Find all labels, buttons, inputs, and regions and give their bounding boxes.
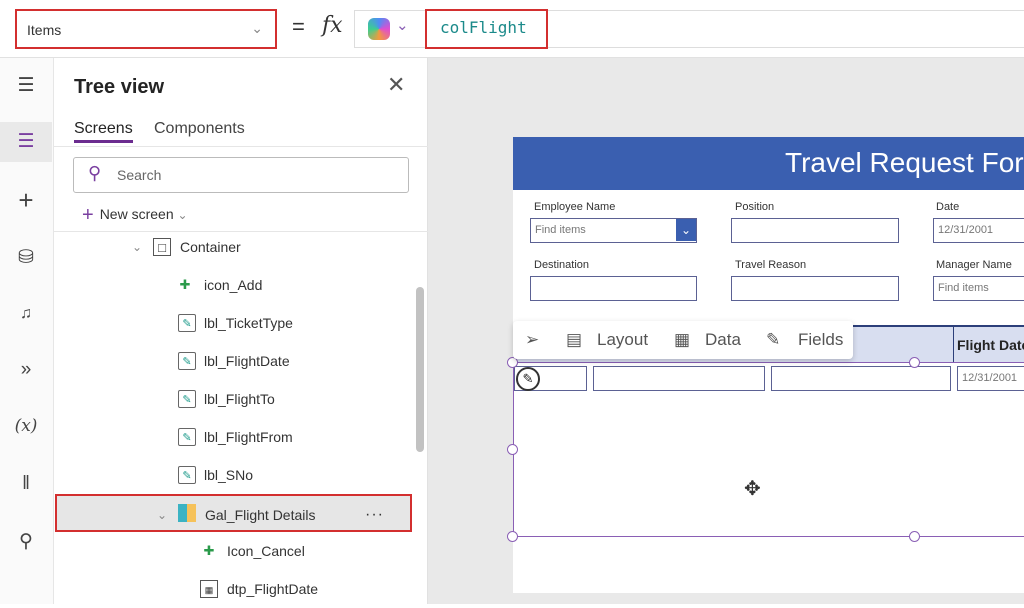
- icon-control-icon: ✚: [203, 543, 215, 558]
- date-label: Date: [936, 201, 960, 213]
- node-label: lbl_FlightFrom: [204, 429, 293, 445]
- media-icon[interactable]: ♫: [0, 294, 52, 334]
- resize-handle[interactable]: [507, 531, 518, 542]
- travel-reason-input[interactable]: [731, 276, 899, 301]
- resize-handle[interactable]: [909, 531, 920, 542]
- tree-node-icon-add[interactable]: ✚ icon_Add: [54, 266, 428, 304]
- node-label: Container: [180, 239, 241, 255]
- scrollbar[interactable]: [416, 287, 424, 452]
- destination-input[interactable]: [530, 276, 697, 301]
- search-placeholder: Search: [117, 167, 162, 183]
- chevron-down-icon: ⌄: [157, 508, 168, 522]
- position-input[interactable]: [731, 218, 899, 243]
- flight-date-picker[interactable]: 12/31/2001: [957, 366, 1024, 391]
- tab-components[interactable]: Components: [154, 120, 245, 138]
- layout-icon: ▤: [566, 330, 583, 349]
- fx-icon: fx: [322, 13, 343, 38]
- tree-node-lbl-flightfrom[interactable]: ✎ lbl_FlightFrom: [54, 418, 428, 456]
- tree-node-lbl-tickettype[interactable]: ✎ lbl_TicketType: [54, 304, 428, 342]
- resize-handle[interactable]: [909, 357, 920, 368]
- flight-from-input[interactable]: [593, 366, 765, 391]
- icon-control-icon: ✚: [179, 277, 191, 292]
- divider: [54, 146, 428, 147]
- search-icon: ⚲: [88, 163, 102, 183]
- date-picker[interactable]: 12/31/2001: [933, 218, 1024, 243]
- label-edit-icon: ✎: [178, 428, 196, 446]
- left-rail: ☰ ☰ + ⛁ ♫ » (x) ‖ ⚲: [0, 58, 54, 604]
- node-label: Icon_Cancel: [227, 543, 305, 559]
- edit-icon[interactable]: ✎: [516, 367, 540, 391]
- new-screen-button[interactable]: + New screen ⌄: [82, 204, 188, 227]
- data-table-icon: ▦: [674, 330, 691, 349]
- manager-name-combobox[interactable]: Find items: [933, 276, 1024, 301]
- layout-button[interactable]: Layout: [597, 330, 648, 350]
- pin-icon[interactable]: ➢: [525, 330, 539, 350]
- hamburger-icon[interactable]: ☰: [0, 66, 52, 106]
- node-label: dtp_FlightDate: [227, 581, 319, 597]
- flight-to-input[interactable]: [771, 366, 951, 391]
- employee-name-combobox[interactable]: Find items ⌄: [530, 218, 697, 243]
- label-edit-icon: ✎: [178, 390, 196, 408]
- new-screen-label: New screen: [99, 206, 174, 222]
- node-label: lbl_FlightDate: [204, 353, 290, 369]
- placeholder: Find items: [535, 224, 586, 236]
- tree-node-icon-cancel[interactable]: ✚ Icon_Cancel: [54, 532, 428, 570]
- panel-title: Tree view: [74, 76, 165, 98]
- chevron-down-icon: ⌄: [177, 208, 188, 222]
- form-title: Travel Request For: [513, 137, 1024, 190]
- variables-icon[interactable]: (x): [0, 406, 52, 446]
- tab-screens[interactable]: Screens: [74, 120, 133, 143]
- container-icon: □: [153, 238, 171, 256]
- label-edit-icon: ✎: [178, 314, 196, 332]
- plus-icon: +: [82, 204, 94, 226]
- database-icon[interactable]: ⛁: [0, 238, 52, 278]
- travel-reason-label: Travel Reason: [735, 259, 807, 271]
- tree-node-gal-flight-details[interactable]: ⌄ Gal_Flight Details ···: [55, 494, 412, 532]
- node-label: lbl_FlightTo: [204, 391, 275, 407]
- data-button[interactable]: Data: [705, 330, 741, 350]
- chevron-down-icon: ⌄: [132, 240, 143, 254]
- search-icon[interactable]: ⚲: [0, 522, 52, 562]
- property-dropdown[interactable]: Items ⌄: [15, 9, 277, 49]
- manager-name-label: Manager Name: [936, 259, 1012, 271]
- node-label: lbl_SNo: [204, 467, 254, 483]
- node-label: lbl_TicketType: [204, 315, 293, 331]
- power-automate-icon[interactable]: »: [0, 350, 52, 390]
- layers-icon[interactable]: ☰: [0, 122, 52, 162]
- tree-node-lbl-sno[interactable]: ✎ lbl_SNo: [54, 456, 428, 494]
- resize-handle[interactable]: [507, 444, 518, 455]
- label-edit-icon: ✎: [178, 466, 196, 484]
- position-label: Position: [735, 201, 775, 213]
- fields-button[interactable]: Fields: [798, 330, 843, 350]
- move-icon[interactable]: ✥: [744, 476, 761, 501]
- tree-node-container[interactable]: ⌄ □ Container: [54, 228, 428, 266]
- chevron-down-icon: ⌄: [251, 20, 263, 36]
- tree-node-lbl-flightto[interactable]: ✎ lbl_FlightTo: [54, 380, 428, 418]
- header-flight-date: Flight Date: [953, 325, 1024, 363]
- tree-node-lbl-flightdate[interactable]: ✎ lbl_FlightDate: [54, 342, 428, 380]
- context-toolbar: ➢ ▤ Layout ▦ Data ✎ Fields: [513, 321, 853, 359]
- tools-icon[interactable]: ‖: [0, 464, 52, 504]
- property-value: Items: [27, 22, 62, 38]
- fields-icon: ✎: [766, 330, 781, 349]
- employee-name-label: Employee Name: [534, 201, 616, 213]
- node-label: Gal_Flight Details: [205, 507, 316, 523]
- destination-label: Destination: [534, 259, 590, 271]
- label-edit-icon: ✎: [178, 352, 196, 370]
- node-label: icon_Add: [204, 277, 263, 293]
- tree-node-dtp-flightdate[interactable]: ▦ dtp_FlightDate: [54, 570, 428, 608]
- calendar-icon: ▦: [200, 580, 218, 598]
- tree-view-panel: Tree view ✕ Screens Components ⚲ Search +…: [54, 58, 428, 604]
- chevron-down-icon[interactable]: ⌄: [396, 16, 409, 34]
- equals-sign: =: [292, 14, 305, 39]
- formula-input[interactable]: colFlight: [425, 9, 548, 49]
- chevron-down-icon[interactable]: ⌄: [676, 219, 696, 241]
- search-input[interactable]: ⚲ Search: [73, 157, 409, 193]
- plus-icon[interactable]: +: [0, 180, 52, 220]
- more-options-icon[interactable]: ···: [365, 496, 384, 534]
- gallery-icon: [178, 504, 196, 522]
- copilot-icon[interactable]: [368, 18, 390, 40]
- close-icon[interactable]: ✕: [387, 72, 405, 98]
